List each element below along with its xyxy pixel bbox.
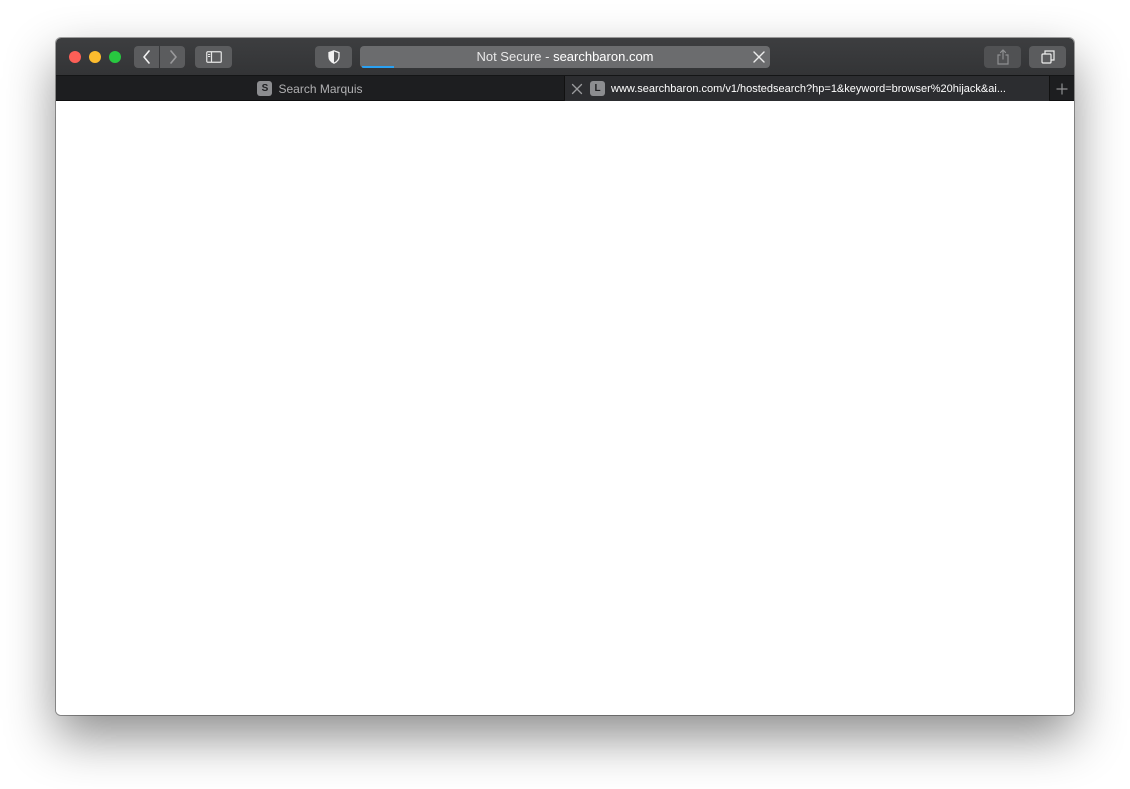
- close-icon[interactable]: [752, 50, 766, 64]
- tab-bar: S Search Marquis L www.searchbaron.com/v…: [56, 75, 1074, 101]
- forward-button[interactable]: [160, 46, 185, 68]
- tab-favicon: S: [257, 81, 273, 96]
- sidebar-button[interactable]: [195, 46, 232, 68]
- chevron-right-icon: [169, 50, 177, 64]
- chevron-left-icon: [142, 50, 150, 64]
- page-content[interactable]: [56, 101, 1074, 715]
- back-button[interactable]: [134, 46, 159, 68]
- privacy-report-button[interactable]: [315, 46, 352, 68]
- address-text: Not Secure - searchbaron.com: [360, 46, 770, 68]
- toolbar: Not Secure - searchbaron.com: [56, 38, 1074, 75]
- plus-icon: [1056, 83, 1068, 94]
- shield-icon: [327, 50, 340, 64]
- share-icon: [996, 49, 1009, 65]
- tab-overview-button[interactable]: [1029, 46, 1066, 68]
- share-button[interactable]: [984, 46, 1021, 68]
- window-close-button[interactable]: [69, 51, 81, 63]
- close-icon[interactable]: [570, 82, 584, 96]
- new-tab-button[interactable]: [1049, 76, 1074, 101]
- page-load-progress: [362, 66, 394, 68]
- tab-searchbaron-active[interactable]: L www.searchbaron.com/v1/hostedsearch?hp…: [564, 76, 1049, 101]
- address-bar[interactable]: Not Secure - searchbaron.com: [360, 46, 770, 68]
- browser-window: Not Secure - searchbaron.com S Search Ma…: [56, 38, 1074, 715]
- tab-title: www.searchbaron.com/v1/hostedsearch?hp=1…: [611, 82, 1006, 95]
- window-minimize-button[interactable]: [89, 51, 101, 63]
- tab-title: Search Marquis: [278, 81, 363, 96]
- window-zoom-button[interactable]: [109, 51, 121, 63]
- tab-overview-icon: [1040, 50, 1055, 64]
- sidebar-icon: [205, 51, 222, 63]
- security-label: Not Secure -: [476, 49, 554, 64]
- address-domain: searchbaron.com: [553, 49, 654, 64]
- tab-search-marquis[interactable]: S Search Marquis: [56, 76, 564, 101]
- tab-favicon: L: [590, 81, 605, 96]
